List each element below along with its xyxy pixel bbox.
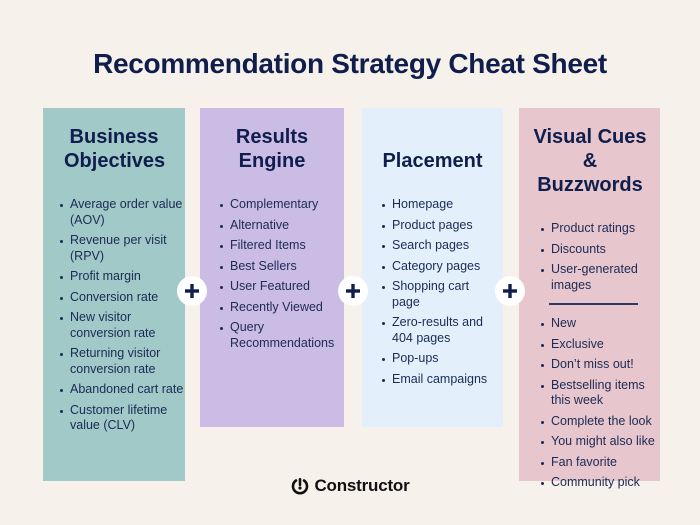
list-item: Discounts — [541, 242, 660, 258]
list-item: Fan favorite — [541, 455, 660, 471]
list-item: Email campaigns — [382, 372, 503, 388]
list-item: Product ratings — [541, 221, 660, 237]
results-engine-list: Complementary Alternative Filtered Items… — [200, 197, 344, 351]
visual-cues-list: Product ratings Discounts User-generated… — [519, 221, 660, 293]
list-item: Customer lifetime value (CLV) — [60, 403, 185, 434]
list-item: Exclusive — [541, 337, 660, 353]
column-visual-cues-buzzwords: Visual Cues & Buzzwords Product ratings … — [519, 108, 660, 489]
list-item: Conversion rate — [60, 290, 185, 306]
list-item: You might also like — [541, 434, 660, 450]
list-item: Alternative — [220, 218, 344, 234]
list-item: Category pages — [382, 259, 503, 275]
page-title: Recommendation Strategy Cheat Sheet — [93, 48, 607, 79]
list-item: New — [541, 316, 660, 332]
column-placement: Placement Homepage Product pages Search … — [362, 108, 503, 427]
plus-connector — [495, 276, 525, 306]
list-item: Zero-results and 404 pages — [382, 315, 487, 346]
plus-connector — [177, 276, 207, 306]
plus-icon — [185, 284, 199, 298]
column-heading: Business Objectives — [64, 126, 166, 172]
list-item: User-generated images — [541, 262, 641, 293]
list-item: Search pages — [382, 238, 503, 254]
placement-list: Homepage Product pages Search pages Cate… — [362, 197, 503, 387]
list-item: Bestselling items this week — [541, 377, 645, 407]
list-item: Profit margin — [60, 269, 185, 285]
list-item: Revenue per visit (RPV) — [60, 233, 185, 264]
plus-connector — [338, 276, 368, 306]
list-item: Product pages — [382, 218, 503, 234]
list-item: Pop-ups — [382, 351, 503, 367]
list-item: User Featured — [220, 279, 344, 295]
buzzwords-list: New Exclusive Don’t miss out! Bestsellin… — [519, 316, 660, 491]
power-icon — [292, 478, 309, 495]
list-item: Returning visitor conversion rate — [60, 346, 185, 377]
plus-icon — [503, 284, 517, 298]
list-item: Homepage — [382, 197, 503, 213]
plus-icon — [346, 284, 360, 298]
list-item: Query Recommendations — [220, 320, 335, 350]
column-heading: Visual Cues & Buzzwords — [533, 126, 647, 196]
list-item: Shopping cart page — [382, 279, 482, 310]
list-item: Abandoned cart rate — [60, 382, 184, 396]
column-business-objectives: Business Objectives Average order value … — [43, 108, 185, 481]
list-item: Complete the look — [541, 414, 660, 430]
list-item: Average order value (AOV) — [60, 197, 185, 228]
list-item: New visitor conversion rate — [60, 310, 185, 341]
section-divider — [549, 303, 638, 305]
brand-name: Constructor — [314, 476, 410, 495]
list-item: Best Sellers — [220, 259, 344, 275]
list-item: Recently Viewed — [220, 300, 344, 316]
brand-logo: Constructor — [0, 476, 700, 496]
list-item: Don’t miss out! — [541, 357, 660, 373]
column-heading: Results Engine — [235, 126, 309, 172]
column-results-engine: Results Engine Complementary Alternative… — [200, 108, 344, 427]
list-item: Filtered Items — [220, 238, 344, 254]
column-heading: Placement — [382, 150, 483, 172]
list-item: Complementary — [220, 197, 344, 213]
objectives-list: Average order value (AOV) Revenue per vi… — [43, 197, 185, 434]
